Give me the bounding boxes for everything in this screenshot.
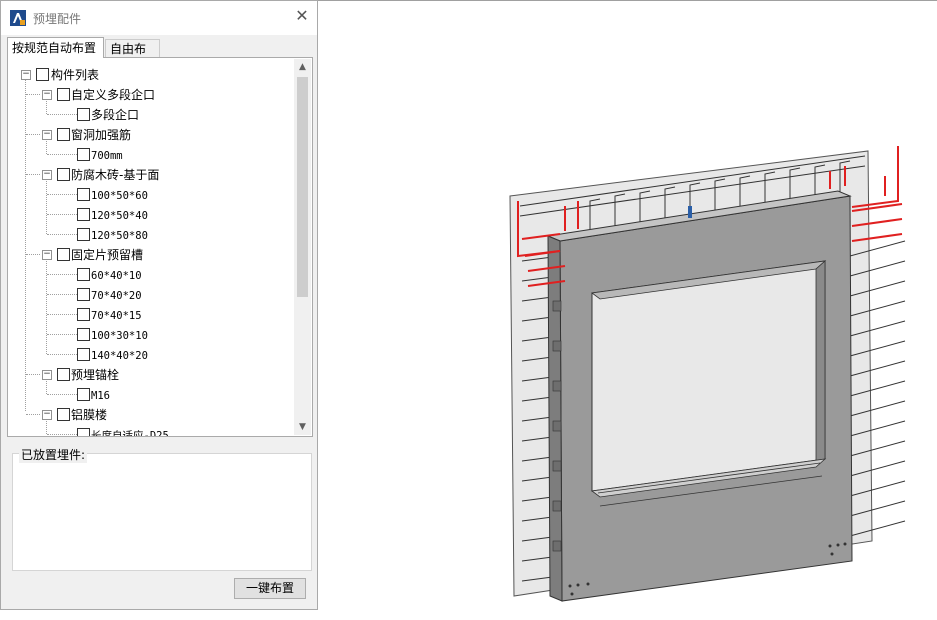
revit-app-icon bbox=[10, 10, 26, 26]
tree-item-label: 120*50*40 bbox=[91, 210, 148, 222]
collapse-icon[interactable]: − bbox=[42, 410, 52, 420]
tree-guide bbox=[26, 414, 40, 415]
tree-guide bbox=[46, 258, 47, 354]
tree-guide bbox=[46, 98, 47, 114]
group-checkbox[interactable] bbox=[57, 128, 70, 141]
tree-guide bbox=[47, 334, 77, 335]
tree-guide bbox=[47, 434, 77, 435]
title-bar: 预埋配件 ✕ bbox=[1, 1, 317, 35]
collapse-icon[interactable]: − bbox=[21, 70, 31, 80]
scroll-down-icon[interactable]: ▼ bbox=[294, 419, 311, 435]
tree-guide bbox=[47, 394, 77, 395]
tree-item-label: 70*40*20 bbox=[91, 290, 142, 302]
tree-guide bbox=[46, 378, 47, 394]
tree-item-label: 100*50*60 bbox=[91, 190, 148, 202]
auto-place-button[interactable]: 一键布置 bbox=[234, 578, 306, 599]
item-checkbox[interactable] bbox=[77, 228, 90, 241]
scroll-thumb[interactable] bbox=[297, 77, 308, 297]
group-checkbox[interactable] bbox=[57, 88, 70, 101]
close-icon[interactable]: ✕ bbox=[295, 8, 309, 24]
item-checkbox[interactable] bbox=[77, 108, 90, 121]
tree-group-label: 窗洞加强筋 bbox=[71, 128, 132, 142]
tree-guide bbox=[26, 254, 40, 255]
tree-guide bbox=[47, 114, 77, 115]
tree-item-label: M16 bbox=[91, 390, 110, 402]
tree-item-label: 700mm bbox=[91, 150, 123, 162]
precast-wall-model bbox=[509, 146, 906, 602]
tree-guide bbox=[26, 374, 40, 375]
tree-item-label: 100*30*10 bbox=[91, 330, 148, 342]
tree-item-label: 120*50*80 bbox=[91, 230, 148, 242]
tree-scrollbar[interactable]: ▲ ▼ bbox=[294, 59, 311, 435]
tree-group-label: 固定片预留槽 bbox=[71, 248, 144, 262]
item-checkbox[interactable] bbox=[77, 348, 90, 361]
tree-group-label: 预埋锚栓 bbox=[71, 368, 120, 382]
tree-group-label: 铝膜楼 bbox=[71, 408, 108, 422]
item-checkbox[interactable] bbox=[77, 188, 90, 201]
item-checkbox[interactable] bbox=[77, 148, 90, 161]
tree-guide bbox=[47, 274, 77, 275]
tree-guide bbox=[46, 418, 47, 434]
tree-guide bbox=[26, 94, 40, 95]
group-checkbox[interactable] bbox=[57, 408, 70, 421]
item-checkbox[interactable] bbox=[77, 208, 90, 221]
collapse-icon[interactable]: − bbox=[42, 170, 52, 180]
tree-guide bbox=[47, 154, 77, 155]
tree-item-label: 60*40*10 bbox=[91, 270, 142, 282]
scroll-up-icon[interactable]: ▲ bbox=[294, 59, 311, 75]
item-checkbox[interactable] bbox=[77, 268, 90, 281]
tree-guide bbox=[47, 234, 77, 235]
tree-item-label: 140*40*20 bbox=[91, 350, 148, 362]
tree-group-label: 自定义多段企口 bbox=[71, 88, 156, 102]
collapse-icon[interactable]: − bbox=[42, 90, 52, 100]
tab-auto-layout[interactable]: 按规范自动布置 bbox=[7, 37, 104, 58]
tree-guide bbox=[46, 138, 47, 154]
item-checkbox[interactable] bbox=[77, 428, 90, 436]
item-checkbox[interactable] bbox=[77, 388, 90, 401]
window-title: 预埋配件 bbox=[33, 12, 82, 26]
3d-view[interactable] bbox=[318, 0, 937, 616]
tree-guide bbox=[26, 174, 40, 175]
item-checkbox[interactable] bbox=[77, 328, 90, 341]
collapse-icon[interactable]: − bbox=[42, 250, 52, 260]
tab-free-layout[interactable]: 自由布置 bbox=[105, 39, 160, 74]
item-checkbox[interactable] bbox=[77, 308, 90, 321]
tree-root-label: 构件列表 bbox=[51, 68, 100, 82]
tree-guide bbox=[47, 214, 77, 215]
tree-item-label: 长度自适应-D25 bbox=[91, 430, 169, 437]
group-checkbox[interactable] bbox=[57, 368, 70, 381]
tree-guide bbox=[47, 194, 77, 195]
tree-item-label: 多段企口 bbox=[91, 108, 140, 122]
root-checkbox[interactable] bbox=[36, 68, 49, 81]
group-checkbox[interactable] bbox=[57, 168, 70, 181]
collapse-icon[interactable]: − bbox=[42, 370, 52, 380]
placed-parts-label: 已放置埋件: bbox=[19, 446, 88, 463]
tree-item-label: 70*40*15 bbox=[91, 310, 142, 322]
tree-guide bbox=[47, 294, 77, 295]
placed-parts-list[interactable] bbox=[12, 453, 312, 571]
collapse-icon[interactable]: − bbox=[42, 130, 52, 140]
tree-guide bbox=[25, 71, 26, 411]
tree-group-label: 防腐木砖-基于面 bbox=[71, 168, 160, 182]
group-checkbox[interactable] bbox=[57, 248, 70, 261]
embedded-parts-panel: 预埋配件 ✕ 按规范自动布置 自由布置 − 构件列表 − 自定义多段企口 多段企… bbox=[0, 0, 318, 610]
tree-guide bbox=[47, 314, 77, 315]
item-checkbox[interactable] bbox=[77, 288, 90, 301]
tree-guide bbox=[26, 134, 40, 135]
tree-guide bbox=[46, 178, 47, 234]
component-tree: − 构件列表 − 自定义多段企口 多段企口 − 窗洞加强筋 700mm − 防腐… bbox=[7, 57, 313, 437]
tree-guide bbox=[47, 354, 77, 355]
